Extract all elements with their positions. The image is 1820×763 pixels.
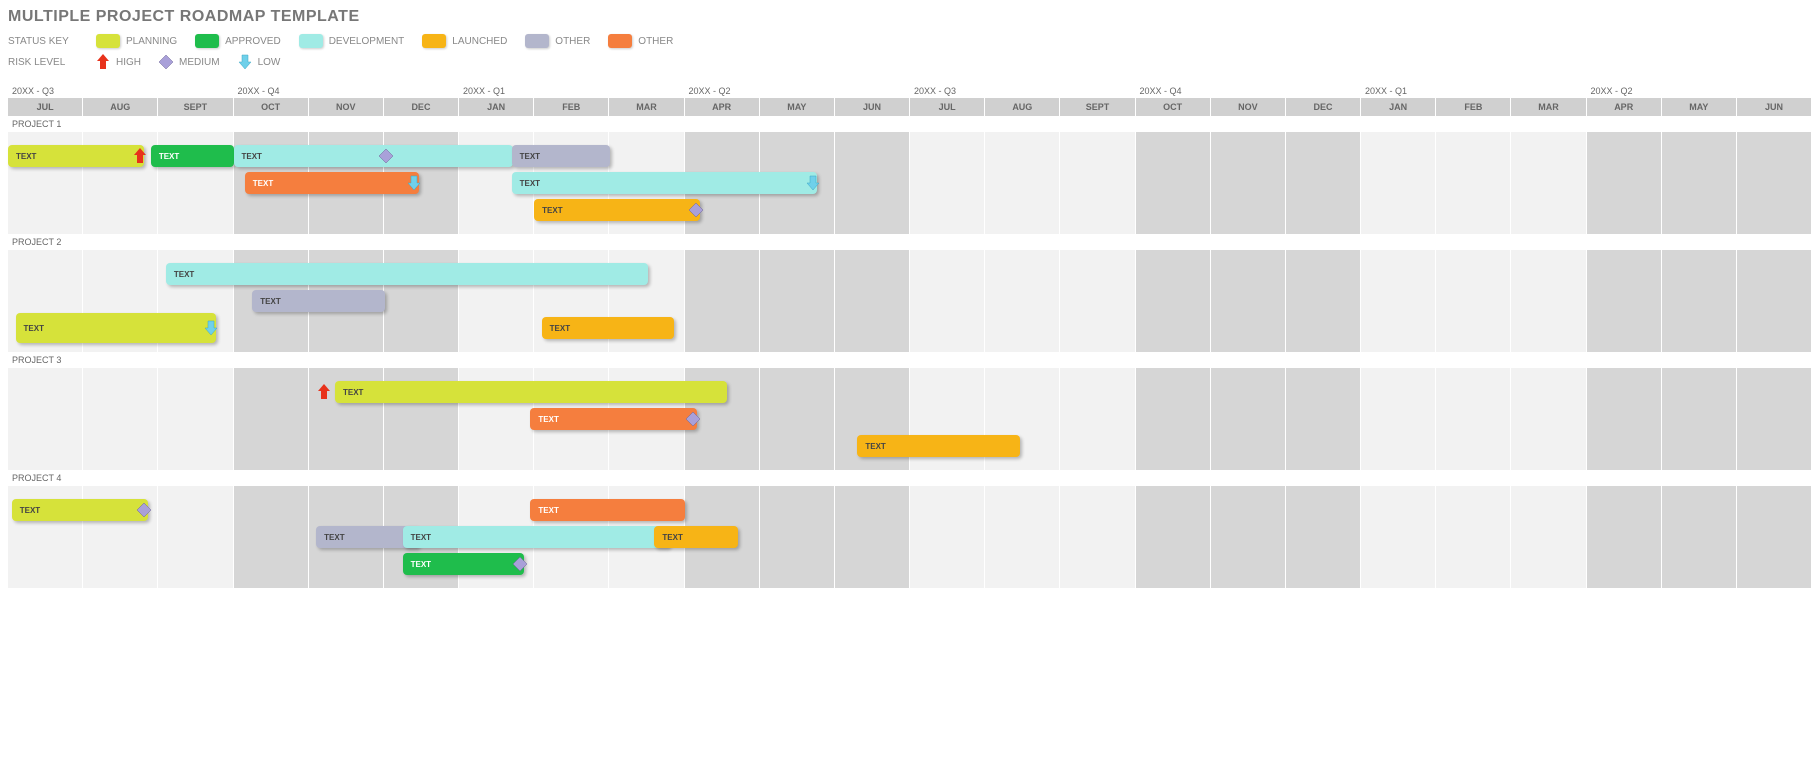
quarter-label: 20XX - Q1 [459,84,685,98]
diamond-icon [688,201,704,219]
quarter-label: 20XX - Q2 [685,84,911,98]
month-label: NOV [1211,98,1286,116]
quarter-label: 20XX - Q4 [1136,84,1362,98]
arrow-down-icon [805,174,821,192]
risk-label: LOW [258,57,281,68]
month-label: JUL [910,98,985,116]
project-title: PROJECT 2 [8,234,1812,250]
month-label: OCT [1136,98,1211,116]
project-body: TEXT TEXT TEXT [8,368,1812,470]
gantt-bar[interactable]: TEXT [857,435,1020,457]
diamond-icon [512,555,528,573]
arrow-down-icon [406,174,422,192]
month-label: APR [685,98,760,116]
gantt-bar[interactable]: TEXT [403,553,524,575]
quarter-label: 20XX - Q1 [1361,84,1587,98]
page-title: MULTIPLE PROJECT ROADMAP TEMPLATE [8,8,1812,26]
project-body: TEXT TEXT TEXT TEXT [8,250,1812,352]
month-label: JUN [1737,98,1812,116]
diamond-icon [136,501,152,519]
risk-legend: RISK LEVEL HIGH MEDIUM LOW [8,54,1812,70]
month-label: FEB [534,98,609,116]
swatch-planning [96,34,120,48]
month-label: MAY [1662,98,1737,116]
risk-label: MEDIUM [179,57,220,68]
gantt-bar[interactable]: TEXT [534,199,700,221]
gantt-bar[interactable]: TEXT [403,526,671,548]
month-label: JAN [1361,98,1436,116]
month-label: JAN [459,98,534,116]
project-title: PROJECT 3 [8,352,1812,368]
arrow-down-icon [203,319,219,337]
month-label: AUG [985,98,1060,116]
gantt-bar[interactable]: TEXT [12,499,148,521]
arrow-up-icon [316,383,332,401]
gantt-bar[interactable]: TEXT [512,145,611,167]
month-label: DEC [384,98,459,116]
arrow-down-icon [238,54,252,70]
month-label: JUN [835,98,910,116]
status-label: LAUNCHED [452,36,507,47]
risk-level-label: RISK LEVEL [8,57,78,68]
gantt-bar[interactable]: TEXT [530,499,685,521]
month-header: JULAUGSEPTOCTNOVDECJANFEBMARAPRMAYJUNJUL… [8,98,1812,116]
gantt-bar[interactable]: TEXT [16,313,216,343]
status-legend: STATUS KEY PLANNING APPROVED DEVELOPMENT… [8,34,1812,48]
status-key-label: STATUS KEY [8,36,78,47]
diamond-icon [685,410,701,428]
status-label: DEVELOPMENT [329,36,405,47]
project-title: PROJECT 1 [8,116,1812,132]
quarter-header: 20XX - Q320XX - Q420XX - Q120XX - Q220XX… [8,84,1812,98]
diamond-icon [378,147,394,165]
gantt-bar[interactable]: TEXT [252,290,385,312]
gantt-bar[interactable]: TEXT [542,317,675,339]
project-body: TEXTTEXTTEXTTEXTTEXTTEXTTEXT [8,132,1812,234]
month-label: MAR [1511,98,1586,116]
month-label: OCT [234,98,309,116]
swatch-development [299,34,323,48]
timeline: 20XX - Q320XX - Q420XX - Q120XX - Q220XX… [8,84,1812,588]
status-label: OTHER [638,36,673,47]
swatch-other2 [608,34,632,48]
gantt-bar[interactable]: TEXT [512,172,817,194]
gantt-bar[interactable]: TEXT [151,145,235,167]
month-label: DEC [1286,98,1361,116]
month-label: APR [1587,98,1662,116]
swatch-launched [422,34,446,48]
project-title: PROJECT 4 [8,470,1812,486]
diamond-icon [159,54,173,70]
risk-label: HIGH [116,57,141,68]
status-label: APPROVED [225,36,281,47]
arrow-up-icon [132,147,148,165]
month-label: SEPT [1060,98,1135,116]
arrow-up-icon [96,54,110,70]
swatch-other1 [525,34,549,48]
project-body: TEXTTEXTTEXTTEXTTEXTTEXT [8,486,1812,588]
month-label: JUL [8,98,83,116]
status-label: PLANNING [126,36,177,47]
status-label: OTHER [555,36,590,47]
gantt-bar[interactable]: TEXT [166,263,648,285]
month-label: FEB [1436,98,1511,116]
month-label: MAY [760,98,835,116]
quarter-label: 20XX - Q2 [1587,84,1813,98]
gantt-bar[interactable]: TEXT [530,408,696,430]
gantt-bar[interactable]: TEXT [234,145,513,167]
month-label: MAR [609,98,684,116]
month-label: SEPT [158,98,233,116]
gantt-bar[interactable]: TEXT [8,145,144,167]
quarter-label: 20XX - Q4 [234,84,460,98]
gantt-bar[interactable]: TEXT [335,381,727,403]
month-label: NOV [309,98,384,116]
gantt-bar[interactable]: TEXT [654,526,738,548]
swatch-approved [195,34,219,48]
quarter-label: 20XX - Q3 [910,84,1136,98]
gantt-bar[interactable]: TEXT [245,172,419,194]
quarter-label: 20XX - Q3 [8,84,234,98]
month-label: AUG [83,98,158,116]
